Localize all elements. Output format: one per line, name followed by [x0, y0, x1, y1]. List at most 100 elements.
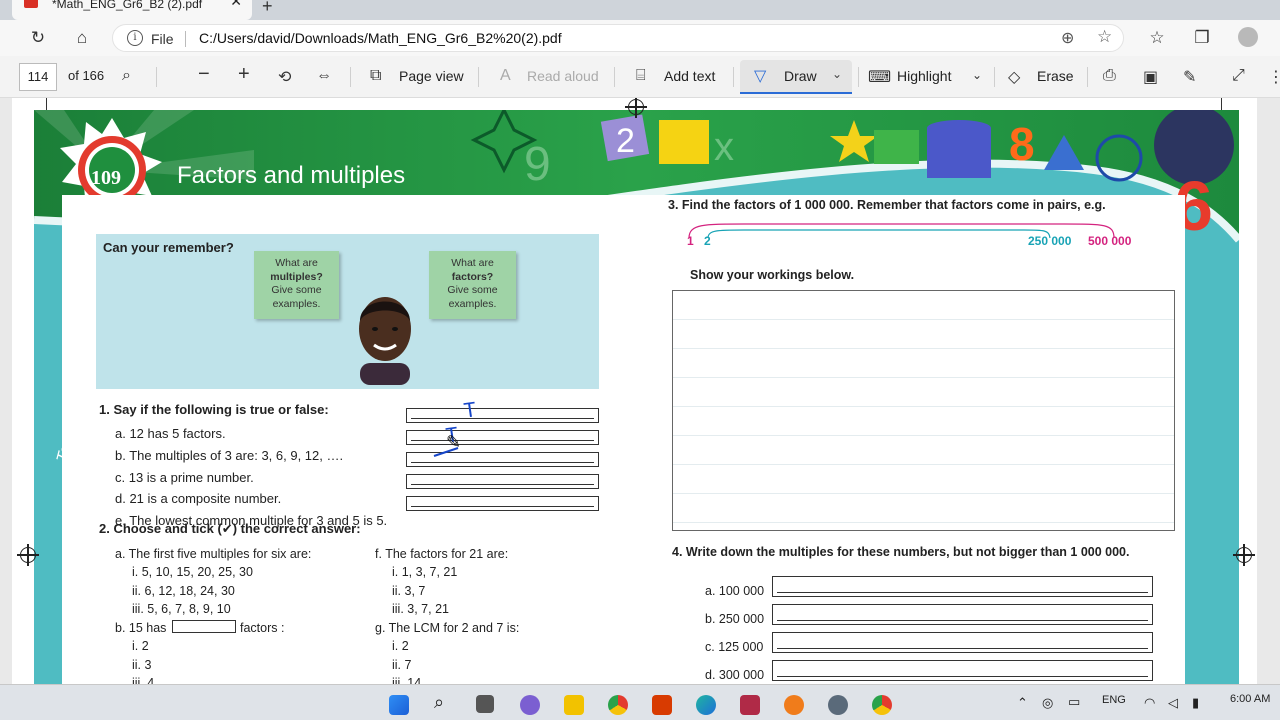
favorites-icon[interactable]: ☆	[1146, 27, 1168, 49]
profile-avatar[interactable]	[1238, 27, 1258, 47]
chevron-down-icon[interactable]: ⌄	[972, 68, 982, 82]
save-as-icon[interactable]: ✎	[1183, 67, 1196, 87]
collections-icon[interactable]: ❐	[1191, 27, 1213, 49]
q2g-option[interactable]: ii. 7	[392, 658, 411, 672]
pdf-document-area[interactable]: 9 x 2 8 6 109 Factors and multiples Term…	[0, 98, 1280, 684]
browser-tab[interactable]: *Math_ENG_Gr6_B2 (2).pdf ✕	[12, 0, 252, 20]
chat-icon[interactable]	[520, 695, 540, 715]
start-icon[interactable]	[389, 695, 409, 715]
page-number-input[interactable]: 114	[19, 63, 57, 91]
zoom-icon[interactable]: ⊕	[1061, 28, 1074, 48]
clock-time[interactable]: 6:00 AM	[1230, 693, 1270, 705]
new-tab-icon[interactable]: +	[262, 0, 273, 17]
q2a-option[interactable]: ii. 6, 12, 18, 24, 30	[132, 584, 235, 598]
app-icon[interactable]	[740, 695, 760, 715]
add-text-icon[interactable]: ⌸	[636, 67, 646, 85]
chrome-icon[interactable]	[872, 695, 892, 715]
volume-icon[interactable]: ◁	[1168, 695, 1178, 711]
more-options-icon[interactable]: ⋮	[1268, 67, 1280, 87]
chrome-icon[interactable]	[608, 695, 628, 715]
q2g-option[interactable]: i. 2	[392, 639, 409, 653]
search-icon[interactable]: ⌕	[122, 67, 131, 85]
boy-image	[359, 297, 411, 385]
office-icon[interactable]	[652, 695, 672, 715]
highlight-button[interactable]: Highlight	[897, 68, 951, 84]
zoom-in-icon[interactable]: +	[238, 63, 250, 86]
q2f-option[interactable]: i. 1, 3, 7, 21	[392, 565, 457, 579]
q2b-option[interactable]: iii. 4	[132, 676, 154, 684]
workings-box[interactable]	[672, 290, 1175, 531]
tray-icon[interactable]: ▭	[1068, 694, 1080, 710]
page-view-button[interactable]: Page view	[399, 68, 464, 84]
answer-field[interactable]	[772, 604, 1153, 625]
q4-heading: 4. Write down the multiples for these nu…	[672, 545, 1130, 559]
crosshair-mark	[625, 98, 647, 118]
add-favorite-icon[interactable]: ☆	[1097, 27, 1112, 47]
search-icon[interactable]: ⌕	[434, 692, 444, 713]
tray-icon[interactable]: ◎	[1042, 695, 1053, 711]
q4-item: b. 250 000	[705, 612, 765, 626]
answer-field[interactable]	[772, 576, 1153, 597]
q2g-option[interactable]: iii. 14	[392, 676, 421, 684]
pair-value: 250 000	[1028, 234, 1072, 248]
bubble-line: examples.	[272, 297, 321, 310]
lesson-title: Factors and multiples	[177, 162, 406, 189]
erase-button[interactable]: Erase	[1037, 68, 1074, 84]
language-indicator[interactable]: ENG	[1102, 694, 1126, 706]
rotate-icon[interactable]: ⟲	[278, 67, 291, 87]
wifi-icon[interactable]: ◠	[1144, 695, 1155, 711]
draw-button[interactable]: ▽ Draw ⌄	[740, 60, 852, 94]
fit-page-icon[interactable]: ⇔	[316, 67, 332, 85]
answer-field[interactable]	[772, 632, 1153, 653]
q2b-option[interactable]: ii. 3	[132, 658, 151, 672]
divider	[156, 67, 157, 87]
q2a-option[interactable]: i. 5, 10, 15, 20, 25, 30	[132, 565, 253, 579]
q1-item: c. 13 is a prime number.	[115, 470, 254, 485]
app-icon[interactable]	[784, 695, 804, 715]
divider	[350, 67, 351, 87]
pair-value: 1	[687, 234, 694, 248]
pdf-toolbar: 114 of 166 ⌕ − + ⟲ ⇔ ⧉ Page view A Read …	[0, 56, 1280, 98]
q2b-blank-field[interactable]	[172, 620, 236, 633]
crosshair-mark	[1233, 544, 1255, 566]
q2g-prompt: g. The LCM for 2 and 7 is:	[375, 621, 520, 635]
bubble-line: What are	[275, 257, 318, 269]
worksheet-page: 9 x 2 8 6 109 Factors and multiples Term…	[34, 110, 1239, 684]
divider	[185, 31, 186, 47]
answer-field[interactable]	[406, 496, 599, 511]
q2f-option[interactable]: iii. 3, 7, 21	[392, 602, 449, 616]
file-explorer-icon[interactable]	[564, 695, 584, 715]
settings-icon[interactable]	[828, 695, 848, 715]
save-icon[interactable]: ▣	[1143, 67, 1158, 87]
draw-pen-icon: ▽	[754, 68, 767, 85]
q2a-option[interactable]: iii. 5, 6, 7, 8, 9, 10	[132, 602, 231, 616]
chevron-up-icon[interactable]: ⌃	[1017, 695, 1028, 711]
remember-box	[96, 234, 599, 389]
bubble-line: Give some	[271, 284, 322, 296]
task-view-icon[interactable]	[476, 695, 494, 713]
crosshair-mark	[17, 544, 39, 566]
pair-value: 2	[704, 234, 711, 248]
page-view-icon[interactable]: ⧉	[370, 67, 381, 85]
info-icon[interactable]: i	[127, 30, 143, 46]
address-bar[interactable]: i File C:/Users/david/Downloads/Math_ENG…	[112, 24, 1124, 52]
highlighter-icon[interactable]: ⌨	[868, 67, 891, 87]
home-icon[interactable]: ⌂	[71, 27, 93, 49]
zoom-out-icon[interactable]: −	[198, 63, 210, 86]
battery-icon[interactable]: ▮	[1192, 695, 1199, 711]
edge-icon[interactable]	[696, 695, 716, 715]
answer-field[interactable]	[406, 474, 599, 489]
print-icon[interactable]: ⎙	[1103, 67, 1116, 85]
chevron-down-icon[interactable]: ⌄	[832, 67, 842, 81]
fullscreen-icon[interactable]: ⤢	[1232, 67, 1245, 85]
draw-label: Draw	[784, 68, 817, 84]
answer-field[interactable]	[772, 660, 1153, 681]
q2b-option[interactable]: i. 2	[132, 639, 149, 653]
answer-field[interactable]	[406, 408, 599, 423]
tab-close-icon[interactable]: ✕	[230, 0, 242, 8]
add-text-button[interactable]: Add text	[664, 68, 715, 84]
refresh-icon[interactable]: ↻	[27, 27, 49, 49]
eraser-icon[interactable]: ◇	[1008, 67, 1020, 87]
url-text[interactable]: C:/Users/david/Downloads/Math_ENG_Gr6_B2…	[199, 30, 562, 46]
q2f-option[interactable]: ii. 3, 7	[392, 584, 425, 598]
